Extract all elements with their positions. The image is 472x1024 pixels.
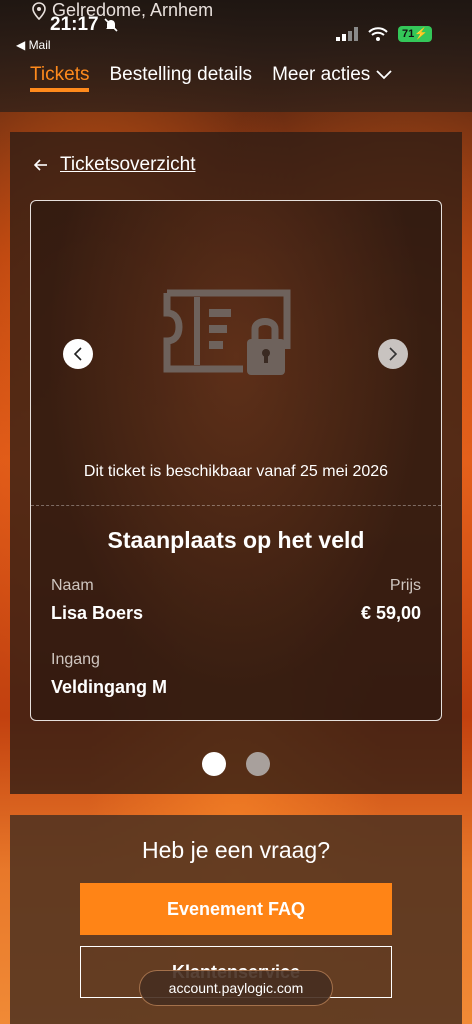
carousel-prev-button[interactable]: [63, 339, 93, 369]
browser-url-bar[interactable]: account.paylogic.com: [139, 970, 333, 1006]
ticket-divider: [31, 505, 441, 506]
tab-order-details[interactable]: Bestelling details: [109, 52, 252, 92]
chevron-down-icon: [376, 70, 392, 80]
carousel-pagination: [10, 752, 462, 776]
ticket-panel: Ticketsoverzicht Dit ticket is beschikba…: [10, 132, 462, 794]
bell-muted-icon: [104, 18, 118, 32]
availability-notice: Dit ticket is beschikbaar vanaf 25 mei 2…: [83, 463, 389, 480]
tab-more-actions[interactable]: Meer acties: [272, 52, 392, 92]
entrance-value: Veldingang M: [51, 677, 168, 697]
price-value: € 59,00: [360, 603, 421, 623]
cellular-signal-icon: [336, 27, 359, 41]
price-label: Prijs: [389, 577, 421, 594]
wifi-icon: [368, 27, 388, 41]
name-label: Naam: [51, 577, 94, 594]
chevron-left-icon: [73, 347, 82, 361]
location-pin-icon: [32, 1, 46, 20]
status-icons: 71⚡: [336, 26, 432, 42]
arrow-left-icon: [34, 159, 47, 171]
carousel-next-button[interactable]: [378, 339, 408, 369]
back-to-app-link[interactable]: ◀ Mail: [16, 38, 51, 52]
status-bar: Gelredome, Arnhem 21:17 ◀ Mail 71⚡: [0, 0, 472, 52]
chevron-right-icon: [389, 347, 398, 361]
event-faq-button[interactable]: Evenement FAQ: [80, 883, 392, 935]
entrance-label: Ingang: [51, 651, 100, 668]
ticket-type-title: Staanplaats op het veld: [107, 527, 365, 553]
name-value: Lisa Boers: [51, 603, 144, 623]
pagination-dot[interactable]: [246, 752, 270, 776]
clock: 21:17: [50, 14, 119, 36]
order-nav-tabs: Tickets Bestelling details Meer acties: [0, 52, 472, 112]
help-title: Heb je een vraag?: [142, 837, 330, 863]
ticket-overview-back-link[interactable]: Ticketsoverzicht: [34, 154, 196, 176]
locked-ticket-icon: [163, 289, 291, 375]
battery-icon: 71⚡: [398, 26, 432, 42]
ticket-card: Dit ticket is beschikbaar vanaf 25 mei 2…: [30, 200, 442, 721]
tab-tickets[interactable]: Tickets: [30, 52, 90, 92]
pagination-dot[interactable]: [202, 752, 226, 776]
